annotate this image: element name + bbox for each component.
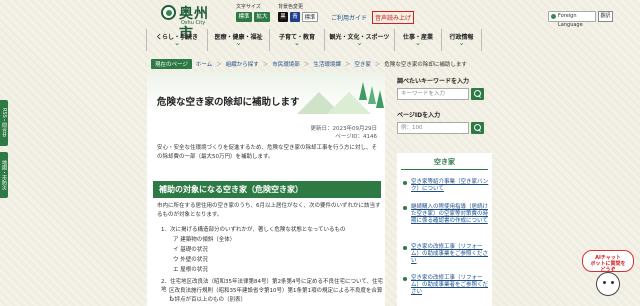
site-logo[interactable]: 奥州市 Oshu City <box>161 3 217 42</box>
tree-icon <box>368 86 376 104</box>
keyword-input[interactable]: キーワードを入力 <box>397 88 469 100</box>
guide-link[interactable]: ご利用ガイド <box>331 13 367 22</box>
logo-en: Oshu City <box>181 20 206 26</box>
page-title: 危険な空き家の除却に補助します <box>157 97 300 108</box>
ai-chatbot[interactable]: AIチャット ボットに質問を どうぞ <box>582 250 636 300</box>
breadcrumb: 現在のページ ホーム＞ 組織から探す＞ 市民環境部＞ 生活環境課＞ 空き家＞ 危… <box>151 59 536 69</box>
breadcrumb-current: 危険な空き家の除却に補助します <box>384 62 467 68</box>
nav-health[interactable]: 医療・健康・福祉 <box>208 29 270 51</box>
page: 奥州市 Oshu City 文字サイズ 標準 拡大 背景色変更 黒 青 標準 ご… <box>0 0 640 306</box>
page-id: ページID：4146 <box>335 134 377 140</box>
language-select[interactable]: Foreign Language <box>548 11 596 28</box>
related-link[interactable]: 空き家の改修工事（リフォーム）の助成事業者をご参照ください <box>411 275 489 296</box>
text-large-button[interactable]: 拡大 <box>254 12 270 22</box>
related-link[interactable]: 継続購入の際使用指導（居続けた空き家）の空家等対策費の時期に係る確認書の作成につ… <box>411 204 489 225</box>
read-aloud-link[interactable]: 音声読み上げ <box>372 11 415 24</box>
bg-blue-button[interactable]: 青 <box>290 12 300 22</box>
page-id-label: ページIDを入力 <box>397 112 441 119</box>
page-id-search-button[interactable] <box>471 122 484 134</box>
global-nav: くらし・手続き 医療・健康・福祉 子育て・教育 観光・文化・スポーツ 仕事・産業… <box>146 29 494 51</box>
tree-icon <box>359 82 367 100</box>
nav-education[interactable]: 子育て・教育 <box>270 29 325 51</box>
sub-list-item: ウ 外壁の状況 <box>173 257 208 263</box>
translate-button[interactable]: 翻訳 <box>598 11 613 22</box>
lead-text: 安心・安全な住環境づくりを促進するため、危険な空き家の除却工事を行う方に対し、そ… <box>157 145 378 160</box>
nav-work[interactable]: 仕事・産業 <box>395 29 442 51</box>
breadcrumb-section[interactable]: 生活環境課 <box>313 60 341 68</box>
breadcrumb-org[interactable]: 組織から探す <box>226 60 259 68</box>
site-header: 奥州市 Oshu City 文字サイズ 標準 拡大 背景色変更 黒 青 標準 ご… <box>0 0 640 42</box>
main-content: 危険な空き家の除却に補助します 更新日：2023年09月29日 ページID：41… <box>147 72 385 306</box>
updated-date: 更新日：2023年09月29日 <box>310 126 378 132</box>
tree-icon <box>376 90 384 108</box>
bg-color-label: 背景色変更 <box>278 4 304 10</box>
section-paragraph: 市内に所在する居住用の空き家のうち、6月以上居住がなく、次の要件のいずれかに該当… <box>157 203 381 218</box>
nav-tourism[interactable]: 観光・文化・スポーツ <box>325 29 395 51</box>
breadcrumb-dept[interactable]: 市民環境部 <box>272 60 300 68</box>
breadcrumb-home[interactable]: ホーム <box>196 60 212 68</box>
list-item: 1．次に掲げる構造部分のいずれかが、著しく危険な状態となっているもの <box>161 227 346 233</box>
sub-list-item: イ 基礎の状況 <box>173 247 208 253</box>
chatbot-bubble: AIチャット ボットに質問を どうぞ <box>582 250 634 273</box>
nav-administration[interactable]: 行政情報 <box>442 29 482 51</box>
sub-list-item: ア 建築物の傾斜（全体） <box>173 237 236 243</box>
left-tab-map[interactable]: 地図・市防災 <box>0 152 8 198</box>
city-emblem-icon <box>161 5 176 20</box>
text-size-label: 文字サイズ <box>236 4 261 10</box>
list-item: た評点が百以上のもの（別表） <box>169 297 247 303</box>
related-heading: 空き家 <box>434 158 455 166</box>
section-heading: 補助の対象になる空き家（危険空き家） <box>153 181 381 198</box>
bg-black-button[interactable]: 黒 <box>278 12 288 22</box>
sub-list-item: エ 屋根の状況 <box>173 267 208 273</box>
keyword-label: 調べたいキーワードを入力 <box>397 78 470 85</box>
nav-living[interactable]: くらし・手続き <box>146 29 208 51</box>
page-id-input[interactable]: 例：100 <box>397 122 469 134</box>
related-link[interactable]: 空き家の改修工事（リフォーム）の助成事業をご参照ください <box>411 244 489 265</box>
related-link[interactable]: 空き家等紹介事業（空き家バンク）について <box>411 179 489 193</box>
keyword-search-button[interactable] <box>471 88 484 100</box>
breadcrumb-akiya[interactable]: 空き家 <box>354 60 371 68</box>
chatbot-icon <box>596 272 620 296</box>
bg-normal-button[interactable]: 標準 <box>302 12 318 22</box>
current-page-label: 現在のページ <box>151 59 192 69</box>
related-box: 空き家 空き家等紹介事業（空き家バンク）について 継続購入の際使用指導（居続けた… <box>397 153 492 306</box>
text-normal-button[interactable]: 標準 <box>236 12 252 22</box>
left-tab-rss[interactable]: RSS・問合せ <box>0 100 8 146</box>
